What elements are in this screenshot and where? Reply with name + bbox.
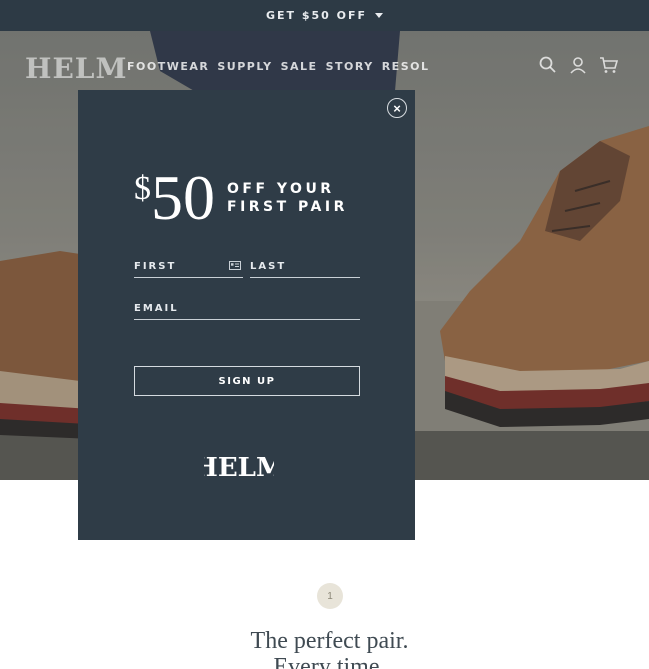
offer-line-2: FIRST PAIR bbox=[227, 199, 348, 215]
user-icon[interactable] bbox=[568, 55, 588, 75]
last-name-field[interactable] bbox=[250, 256, 360, 278]
nav-supply[interactable]: SUPPLY bbox=[217, 60, 272, 73]
nav-story[interactable]: STORY bbox=[326, 60, 374, 73]
nav-sale[interactable]: SALE bbox=[281, 60, 318, 73]
close-icon[interactable]: × bbox=[387, 98, 407, 118]
main-nav: FOOTWEAR SUPPLY SALE STORY RESOL bbox=[127, 60, 429, 73]
contact-card-icon[interactable] bbox=[229, 261, 241, 270]
modal-logo-text: HELM bbox=[204, 453, 274, 483]
step-badge: 1 bbox=[317, 583, 343, 609]
page: GET $50 OFF HELM FOOTWEAR SUPPLY SALE ST… bbox=[0, 0, 649, 669]
site-logo[interactable]: HELM bbox=[25, 52, 127, 85]
promo-bar[interactable]: GET $50 OFF bbox=[0, 0, 649, 31]
last-name-input[interactable] bbox=[250, 256, 360, 277]
tagline-line-2: Every time. bbox=[273, 654, 386, 669]
first-name-field[interactable] bbox=[134, 256, 243, 278]
promo-text[interactable]: GET $50 OFF bbox=[266, 9, 367, 22]
offer-line-1: OFF YOUR bbox=[227, 181, 335, 197]
offer-dollar: $ bbox=[134, 170, 151, 207]
offer-headline: $ 50 OFF YOUR FIRST PAIR bbox=[134, 166, 348, 230]
chevron-down-icon[interactable] bbox=[375, 13, 384, 18]
email-field[interactable] bbox=[134, 298, 360, 320]
email-input[interactable] bbox=[134, 298, 360, 319]
offer-amount: 50 bbox=[151, 162, 215, 233]
cart-icon[interactable] bbox=[599, 55, 619, 75]
helm-logo: HELM bbox=[204, 453, 274, 483]
search-icon[interactable] bbox=[538, 55, 558, 75]
tagline: The perfect pair. Every time. bbox=[0, 628, 649, 669]
signup-modal: × $ 50 OFF YOUR FIRST PAIR SIGN UP HELM bbox=[78, 90, 415, 540]
tagline-line-1: The perfect pair. bbox=[250, 628, 409, 654]
nav-footwear[interactable]: FOOTWEAR bbox=[127, 60, 209, 73]
offer-text: OFF YOUR FIRST PAIR bbox=[227, 180, 348, 216]
nav-resol[interactable]: RESOL bbox=[382, 60, 430, 73]
first-name-input[interactable] bbox=[134, 256, 243, 277]
signup-button[interactable]: SIGN UP bbox=[134, 366, 360, 396]
